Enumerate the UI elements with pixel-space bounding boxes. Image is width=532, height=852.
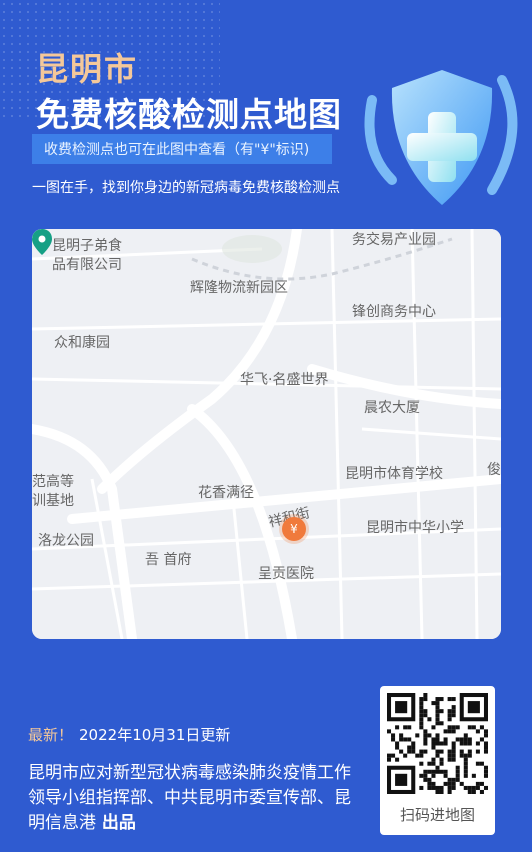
shield-cross-icon xyxy=(364,70,518,205)
map-label: 范高等 训基地 xyxy=(32,474,74,509)
map-label: 昆明市中华小学 xyxy=(366,520,464,536)
tagline: 一图在手，找到你身边的新冠病毒免费核酸检测点 xyxy=(32,180,340,196)
map-label: 呈贡医院 xyxy=(258,566,314,582)
map-label: 晨农大厦 xyxy=(364,400,420,416)
map-view[interactable]: 昆明子弟食 品有限公司 务交易产业园 辉隆物流新园区 锋创商务中心 众和康园 华… xyxy=(32,229,501,639)
qr-label: 扫码进地图 xyxy=(399,806,475,824)
map-label: 华飞·名盛世界 xyxy=(240,372,329,388)
new-label: 最新！ xyxy=(28,726,74,744)
map-label: 俊 xyxy=(487,462,501,478)
qr-code-icon[interactable] xyxy=(387,693,488,794)
map-label: 辉隆物流新园区 xyxy=(190,280,288,296)
map-label: 昆明市体育学校 xyxy=(345,466,443,482)
publisher-credit: 昆明市应对新型冠状病毒感染肺炎疫情工作领导小组指挥部、中共昆明市委宣传部、昆明信… xyxy=(28,761,363,836)
update-info: 最新！ 2022年10月31日更新 xyxy=(28,724,230,745)
map-label: 锋创商务中心 xyxy=(352,304,436,320)
publisher-suffix: 出品 xyxy=(96,813,136,833)
map-label: 花香满径 xyxy=(198,485,254,501)
city-title: 昆明市 xyxy=(36,50,139,88)
notice-banner: 收费检测点也可在此图中查看（有"¥"标识) xyxy=(32,134,332,164)
page-title: 免费核酸检测点地图 xyxy=(36,95,342,134)
price-pin-icon[interactable]: ¥ xyxy=(282,517,306,541)
map-label: 众和康园 xyxy=(54,335,110,351)
map-label: 洛龙公园 xyxy=(38,533,94,549)
map-label: 务交易产业园 xyxy=(352,232,436,248)
map-label: 昆明子弟食 品有限公司 xyxy=(52,238,122,273)
publisher-text: 昆明市应对新型冠状病毒感染肺炎疫情工作领导小组指挥部、中共昆明市委宣传部、昆明信… xyxy=(28,763,351,833)
map-label: 吾 首府 xyxy=(145,552,192,568)
update-date: 2022年10月31日更新 xyxy=(79,726,231,744)
qr-card[interactable]: 扫码进地图 xyxy=(380,686,495,835)
location-pin-icon[interactable] xyxy=(32,229,52,255)
